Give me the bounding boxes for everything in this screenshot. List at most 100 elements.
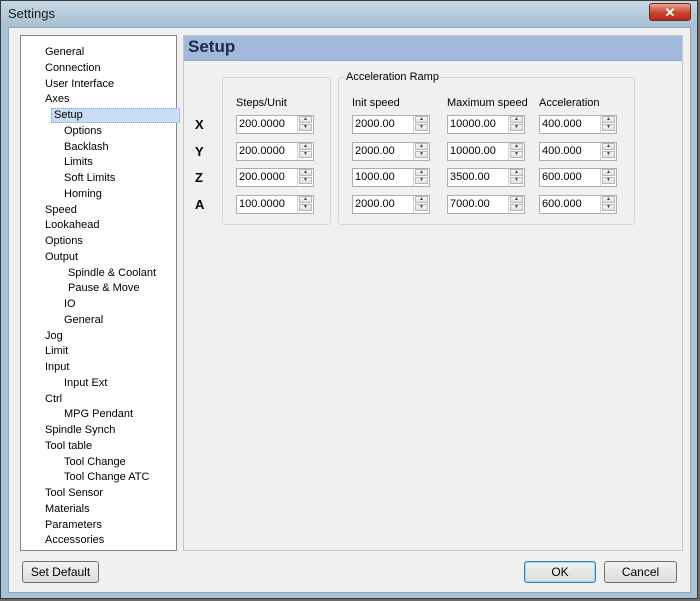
cancel-button[interactable]: Cancel [604,561,677,583]
tree-item-pause-move[interactable]: Pause & Move [66,281,142,296]
spin-down-icon[interactable]: ▼ [299,204,312,212]
tree-item-materials[interactable]: Materials [43,502,92,517]
tree-item-output-general[interactable]: General [62,313,105,328]
spin-down-icon[interactable]: ▼ [602,204,615,212]
tree-item-user-interface[interactable]: User Interface [43,77,116,92]
spin-buttons: ▲ ▼ [600,196,616,214]
spin-up-icon[interactable]: ▲ [299,169,312,177]
tree-item-spindle-synch[interactable]: Spindle Synch [43,423,117,438]
tree-item-limit[interactable]: Limit [43,344,70,359]
a-init-input[interactable]: 2000.00 ▲ ▼ [352,195,430,215]
tree-item-ctrl[interactable]: Ctrl [43,392,64,407]
spin-down-icon[interactable]: ▼ [510,177,523,185]
spin-up-icon[interactable]: ▲ [415,169,428,177]
spin-down-icon[interactable]: ▼ [415,204,428,212]
tree-item-input[interactable]: Input [43,360,71,375]
spin-value: 200.0000 [239,118,285,130]
setup-panel: Setup Acceleration Ramp Steps/Unit Init … [183,35,683,551]
spin-up-icon[interactable]: ▲ [510,196,523,204]
spin-up-icon[interactable]: ▲ [510,116,523,123]
tree-item-backlash[interactable]: Backlash [62,140,111,155]
z-init-input[interactable]: 1000.00 ▲ ▼ [352,168,430,188]
spin-down-icon[interactable]: ▼ [299,177,312,185]
set-default-button[interactable]: Set Default [22,561,99,583]
y-max-input[interactable]: 10000.00 ▲ ▼ [447,141,525,161]
spin-down-icon[interactable]: ▼ [602,124,615,131]
spin-up-icon[interactable]: ▲ [510,142,523,150]
spin-buttons: ▲ ▼ [600,142,616,160]
axis-label-x: X [195,117,204,132]
z-max-input[interactable]: 3500.00 ▲ ▼ [447,168,525,188]
a-accel-input[interactable]: 600.000 ▲ ▼ [539,195,617,215]
tree-item-lookahead[interactable]: Lookahead [43,218,101,233]
spin-buttons: ▲ ▼ [508,116,524,133]
spin-down-icon[interactable]: ▼ [510,124,523,131]
tree-item-soft-limits[interactable]: Soft Limits [62,171,117,186]
spin-down-icon[interactable]: ▼ [510,204,523,212]
spin-down-icon[interactable]: ▼ [415,177,428,185]
spin-value: 3500.00 [450,171,490,184]
spin-buttons: ▲ ▼ [600,169,616,187]
tree-item-axes-options[interactable]: Options [62,124,104,139]
spin-down-icon[interactable]: ▼ [602,177,615,185]
x-init-input[interactable]: 2000.00 ▲ ▼ [352,115,430,134]
y-accel-input[interactable]: 400.000 ▲ ▼ [539,141,617,161]
spin-down-icon[interactable]: ▼ [510,150,523,158]
spin-up-icon[interactable]: ▲ [602,142,615,150]
x-accel-input[interactable]: 400.000 ▲ ▼ [539,115,617,134]
x-max-input[interactable]: 10000.00 ▲ ▼ [447,115,525,134]
tree-item-accessories[interactable]: Accessories [43,533,106,548]
spin-value: 400.000 [542,118,582,130]
spin-up-icon[interactable]: ▲ [602,196,615,204]
tree-item-limits[interactable]: Limits [62,155,95,170]
a-max-input[interactable]: 7000.00 ▲ ▼ [447,195,525,215]
spin-up-icon[interactable]: ▲ [299,142,312,150]
settings-tree[interactable]: General Connection User Interface Axes Setup… [20,35,180,551]
tree-item-options[interactable]: Options [43,234,85,249]
tree-item-homing[interactable]: Homing [62,187,104,202]
tree-item-tool-table[interactable]: Tool table [43,439,94,454]
ok-button[interactable]: OK [524,561,596,583]
spin-value: 600.000 [542,198,582,211]
tree-item-general[interactable]: General [43,45,86,60]
tree-item-axes[interactable]: Axes [43,92,71,107]
spin-up-icon[interactable]: ▲ [415,196,428,204]
tree-item-setup[interactable]: Setup [51,108,180,123]
spin-down-icon[interactable]: ▼ [299,124,312,131]
a-steps-input[interactable]: 100.0000 ▲ ▼ [236,195,314,215]
spin-up-icon[interactable]: ▲ [415,142,428,150]
tree-item-parameters[interactable]: Parameters [43,518,104,533]
spin-down-icon[interactable]: ▼ [415,150,428,158]
col-header-max-speed: Maximum speed [447,97,528,109]
tree-item-tool-sensor[interactable]: Tool Sensor [43,486,105,501]
spin-down-icon[interactable]: ▼ [415,124,428,131]
tree-item-output[interactable]: Output [43,250,80,265]
tree-item-tool-change-atc[interactable]: Tool Change ATC [62,470,151,485]
z-steps-input[interactable]: 200.0000 ▲ ▼ [236,168,314,188]
spin-up-icon[interactable]: ▲ [602,116,615,123]
axis-label-a: A [195,197,205,213]
x-steps-input[interactable]: 200.0000 ▲ ▼ [236,115,314,134]
tree-item-mpg-pendant[interactable]: MPG Pendant [62,407,135,422]
spin-down-icon[interactable]: ▼ [602,150,615,158]
spin-up-icon[interactable]: ▲ [299,116,312,123]
title-bar[interactable]: Settings ✕ [1,1,697,27]
tree-item-speed[interactable]: Speed [43,203,79,218]
tree-item-io[interactable]: IO [62,297,78,312]
y-init-input[interactable]: 2000.00 ▲ ▼ [352,141,430,161]
tree-item-input-ext[interactable]: Input Ext [62,376,109,391]
tree-item-connection[interactable]: Connection [43,61,103,76]
tree-item-spindle-coolant[interactable]: Spindle & Coolant [66,266,158,281]
spin-up-icon[interactable]: ▲ [510,169,523,177]
spin-up-icon[interactable]: ▲ [415,116,428,123]
spin-up-icon[interactable]: ▲ [602,169,615,177]
spin-down-icon[interactable]: ▼ [299,150,312,158]
panel-header: Setup [184,36,682,61]
tree-item-jog[interactable]: Jog [43,329,65,344]
z-accel-input[interactable]: 600.000 ▲ ▼ [539,168,617,188]
spin-buttons: ▲ ▼ [413,116,429,133]
close-button[interactable]: ✕ [649,3,691,21]
y-steps-input[interactable]: 200.0000 ▲ ▼ [236,141,314,161]
tree-item-tool-change[interactable]: Tool Change [62,455,128,470]
spin-up-icon[interactable]: ▲ [299,196,312,204]
